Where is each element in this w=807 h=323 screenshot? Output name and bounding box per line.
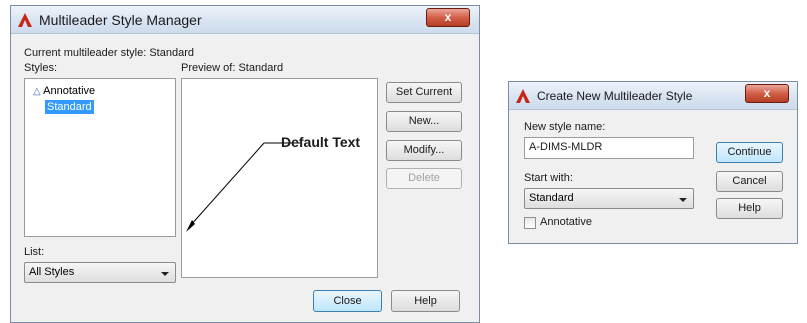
new-button[interactable]: New... <box>386 111 462 132</box>
title-bar[interactable]: Multileader Style Manager x <box>11 6 479 34</box>
list-item-annotative[interactable]: △ Annotative <box>33 85 95 97</box>
autocad-logo-icon <box>18 13 32 27</box>
multileader-style-manager-dialog: Multileader Style Manager x Current mult… <box>10 5 480 323</box>
leader-line <box>189 142 265 227</box>
start-with-dropdown[interactable]: Standard <box>524 188 694 209</box>
help-button[interactable]: Help <box>391 290 460 312</box>
preview-label: Preview of: Standard <box>181 62 284 74</box>
new-style-name-input[interactable]: A-DIMS-MLDR <box>524 137 694 159</box>
current-style-label: Current multileader style: Standard <box>24 47 194 59</box>
new-style-name-label: New style name: <box>524 121 606 133</box>
close-button[interactable]: Close <box>313 290 382 312</box>
preview-leader-drawing <box>186 142 300 232</box>
preview-default-text: Default Text <box>281 134 361 150</box>
start-with-value: Standard <box>529 192 574 204</box>
modify-button[interactable]: Modify... <box>386 140 462 161</box>
annotative-checkbox[interactable] <box>524 217 536 229</box>
annotative-icon: △ <box>33 86 41 97</box>
close-window-button[interactable]: x <box>745 84 789 103</box>
list-label: List: <box>24 246 45 258</box>
list-filter-dropdown[interactable]: All Styles <box>24 262 176 283</box>
close-icon: x <box>763 86 771 100</box>
create-new-multileader-style-dialog: Create New Multileader Style x New style… <box>508 81 798 244</box>
dialog-title: Multileader Style Manager <box>39 12 202 28</box>
help-button[interactable]: Help <box>716 198 783 219</box>
title-bar[interactable]: Create New Multileader Style x <box>509 82 797 110</box>
dialog-title: Create New Multileader Style <box>537 89 693 103</box>
cancel-button[interactable]: Cancel <box>716 171 783 192</box>
new-style-name-value: A-DIMS-MLDR <box>529 141 603 153</box>
chevron-down-icon <box>679 198 687 202</box>
list-filter-value: All Styles <box>29 266 75 278</box>
close-window-button[interactable]: x <box>426 8 470 27</box>
continue-button[interactable]: Continue <box>716 142 783 163</box>
styles-list[interactable]: △ Annotative Standard <box>24 78 176 237</box>
styles-label: Styles: <box>24 62 58 74</box>
preview-pane: Default Text <box>181 78 378 278</box>
annotative-label: Annotative <box>540 216 592 228</box>
delete-button[interactable]: Delete <box>386 168 462 189</box>
list-item-standard[interactable]: Standard <box>45 100 94 114</box>
autocad-logo-icon <box>516 89 530 103</box>
set-current-button[interactable]: Set Current <box>386 82 462 103</box>
close-icon: x <box>444 10 452 24</box>
start-with-label: Start with: <box>524 172 573 184</box>
chevron-down-icon <box>161 272 169 276</box>
